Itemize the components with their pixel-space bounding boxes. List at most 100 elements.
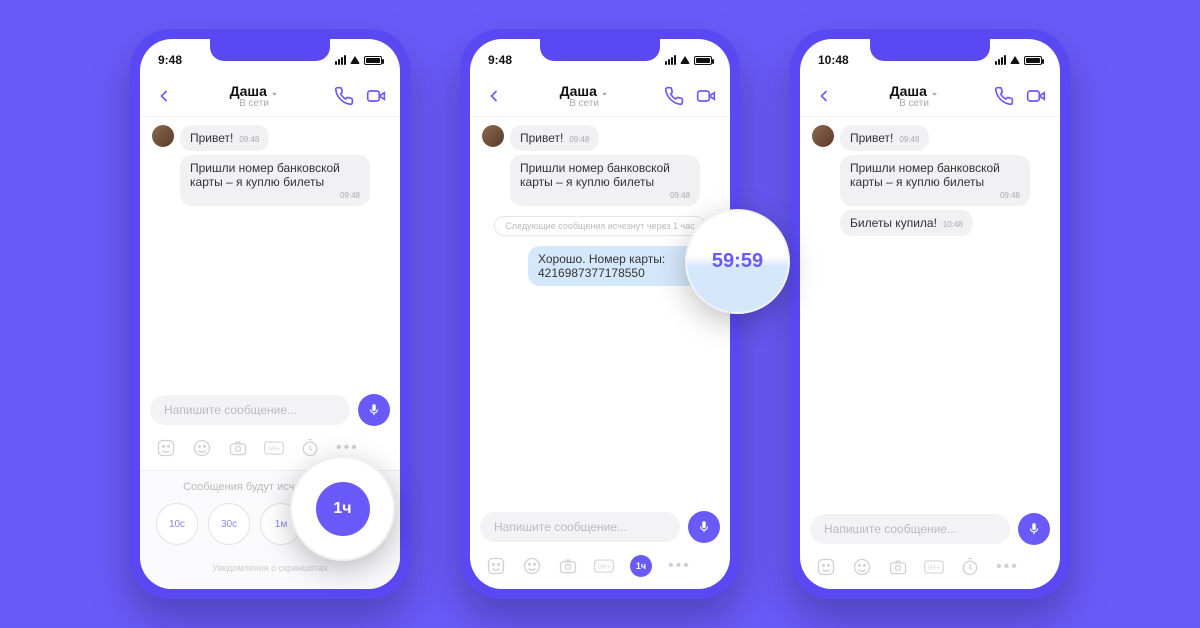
screen-2: 9:48 Даша ⌄ В сети Привет! 09:48 — [470, 39, 730, 589]
message-incoming: Пришли номер банковской карты – я куплю … — [812, 155, 1048, 206]
chat-body: Привет! 09:48 Пришли номер банковской кар… — [140, 117, 400, 386]
message-input[interactable]: Напишите сообщение... — [150, 395, 350, 425]
battery-icon — [1024, 56, 1042, 65]
voice-call-button[interactable] — [334, 86, 354, 106]
message-time: 10:48 — [943, 220, 963, 229]
chevron-down-icon: ⌄ — [271, 86, 279, 96]
camera-icon[interactable] — [558, 556, 578, 576]
voice-message-button[interactable] — [1018, 513, 1050, 545]
message-input[interactable]: Напишите сообщение... — [480, 512, 680, 542]
notch — [540, 39, 660, 61]
sticker-icon[interactable] — [486, 556, 506, 576]
voice-call-button[interactable] — [994, 86, 1014, 106]
timer-icon[interactable] — [300, 438, 320, 458]
more-icon[interactable]: ••• — [668, 557, 691, 575]
message-input[interactable]: Напишите сообщение... — [810, 514, 1010, 544]
message-time: 09:48 — [569, 135, 589, 144]
notch — [870, 39, 990, 61]
more-icon[interactable]: ••• — [996, 558, 1019, 576]
attachment-toolbar: GIF+ 1ч ••• — [470, 551, 730, 589]
system-message: Следующие сообщения исчезнут через 1 час — [494, 216, 705, 236]
sticker-icon[interactable] — [156, 438, 176, 458]
contact-name: Даша — [890, 83, 927, 99]
svg-text:GIF+: GIF+ — [268, 447, 280, 453]
timer-icon[interactable] — [960, 557, 980, 577]
signal-icon — [665, 55, 676, 65]
wifi-icon — [1010, 56, 1020, 64]
svg-text:GIF+: GIF+ — [598, 565, 610, 571]
message-text: Привет! — [190, 131, 233, 145]
magnifier-selected-timer: 1ч — [290, 456, 395, 561]
gif-icon[interactable]: GIF+ — [594, 556, 614, 576]
timer-option[interactable]: 30с — [208, 503, 250, 545]
gif-icon[interactable]: GIF+ — [924, 557, 944, 577]
voice-message-button[interactable] — [358, 394, 390, 426]
status-icons — [995, 55, 1042, 65]
video-call-button[interactable] — [366, 86, 386, 106]
clock: 9:48 — [158, 53, 182, 67]
message-text: Пришли номер банковской карты – я куплю … — [850, 161, 1000, 189]
chat-title[interactable]: Даша ⌄ В сети — [174, 83, 334, 109]
status-icons — [665, 55, 712, 65]
more-icon[interactable]: ••• — [336, 439, 359, 457]
video-call-button[interactable] — [696, 86, 716, 106]
back-button[interactable] — [154, 86, 174, 106]
status-icons — [335, 55, 382, 65]
chat-body: Привет! 09:48 Пришли номер банковской кар… — [470, 117, 730, 503]
wifi-icon — [350, 56, 360, 64]
message-incoming: Пришли номер банковской карты – я куплю … — [152, 155, 388, 206]
attachment-toolbar: GIF+ ••• — [800, 553, 1060, 589]
message-text: Привет! — [520, 131, 563, 145]
emoji-icon[interactable] — [522, 556, 542, 576]
emoji-icon[interactable] — [192, 438, 212, 458]
timer-option[interactable]: 10с — [156, 503, 198, 545]
message-incoming: Билеты купила! 10:48 — [812, 210, 1048, 236]
chevron-down-icon: ⌄ — [601, 86, 609, 96]
chat-title[interactable]: Даша ⌄ В сети — [834, 83, 994, 109]
wifi-icon — [680, 56, 690, 64]
screen-3: 10:48 Даша ⌄ В сети Привет!09:48 — [800, 39, 1060, 589]
message-incoming: Пришли номер банковской карты – я куплю … — [482, 155, 718, 206]
avatar[interactable] — [812, 125, 834, 147]
voice-message-button[interactable] — [688, 511, 720, 543]
composer: Напишите сообщение... — [470, 503, 730, 551]
gif-icon[interactable]: GIF+ — [264, 438, 284, 458]
message-time: 09:48 — [520, 191, 690, 200]
message-incoming: Привет!09:48 — [812, 125, 1048, 151]
message-time: 09:48 — [850, 191, 1020, 200]
contact-name: Даша — [230, 83, 267, 99]
notch — [210, 39, 330, 61]
countdown-value: 59:59 — [712, 250, 763, 273]
message-text: Билеты купила! — [850, 216, 937, 230]
camera-icon[interactable] — [228, 438, 248, 458]
chat-navbar: Даша ⌄ В сети — [140, 75, 400, 117]
picker-footnote: Уведомления о скриншотах — [152, 563, 388, 573]
phone-frame-1: 9:48 Даша ⌄ В сети Привет!09:4 — [130, 29, 410, 599]
battery-icon — [694, 56, 712, 65]
clock: 10:48 — [818, 53, 849, 67]
sticker-icon[interactable] — [816, 557, 836, 577]
voice-call-button[interactable] — [664, 86, 684, 106]
chat-navbar: Даша ⌄ В сети — [470, 75, 730, 117]
message-incoming: Привет! 09:48 — [482, 125, 718, 151]
video-call-button[interactable] — [1026, 86, 1046, 106]
back-button[interactable] — [484, 86, 504, 106]
contact-status: В сети — [504, 98, 664, 109]
message-time: 09:48 — [239, 135, 259, 144]
contact-status: В сети — [834, 98, 994, 109]
avatar[interactable] — [152, 125, 174, 147]
phone-frame-3: 10:48 Даша ⌄ В сети Привет!09:48 — [790, 29, 1070, 599]
camera-icon[interactable] — [888, 557, 908, 577]
contact-name: Даша — [560, 83, 597, 99]
avatar[interactable] — [482, 125, 504, 147]
emoji-icon[interactable] — [852, 557, 872, 577]
timer-active-badge[interactable]: 1ч — [630, 555, 652, 577]
chat-title[interactable]: Даша ⌄ В сети — [504, 83, 664, 109]
clock: 9:48 — [488, 53, 512, 67]
phone-frame-2: 9:48 Даша ⌄ В сети Привет! 09:48 — [460, 29, 740, 599]
message-text: Привет! — [850, 131, 893, 145]
signal-icon — [335, 55, 346, 65]
battery-icon — [364, 56, 382, 65]
back-button[interactable] — [814, 86, 834, 106]
message-text: Пришли номер банковской карты – я куплю … — [520, 161, 670, 189]
